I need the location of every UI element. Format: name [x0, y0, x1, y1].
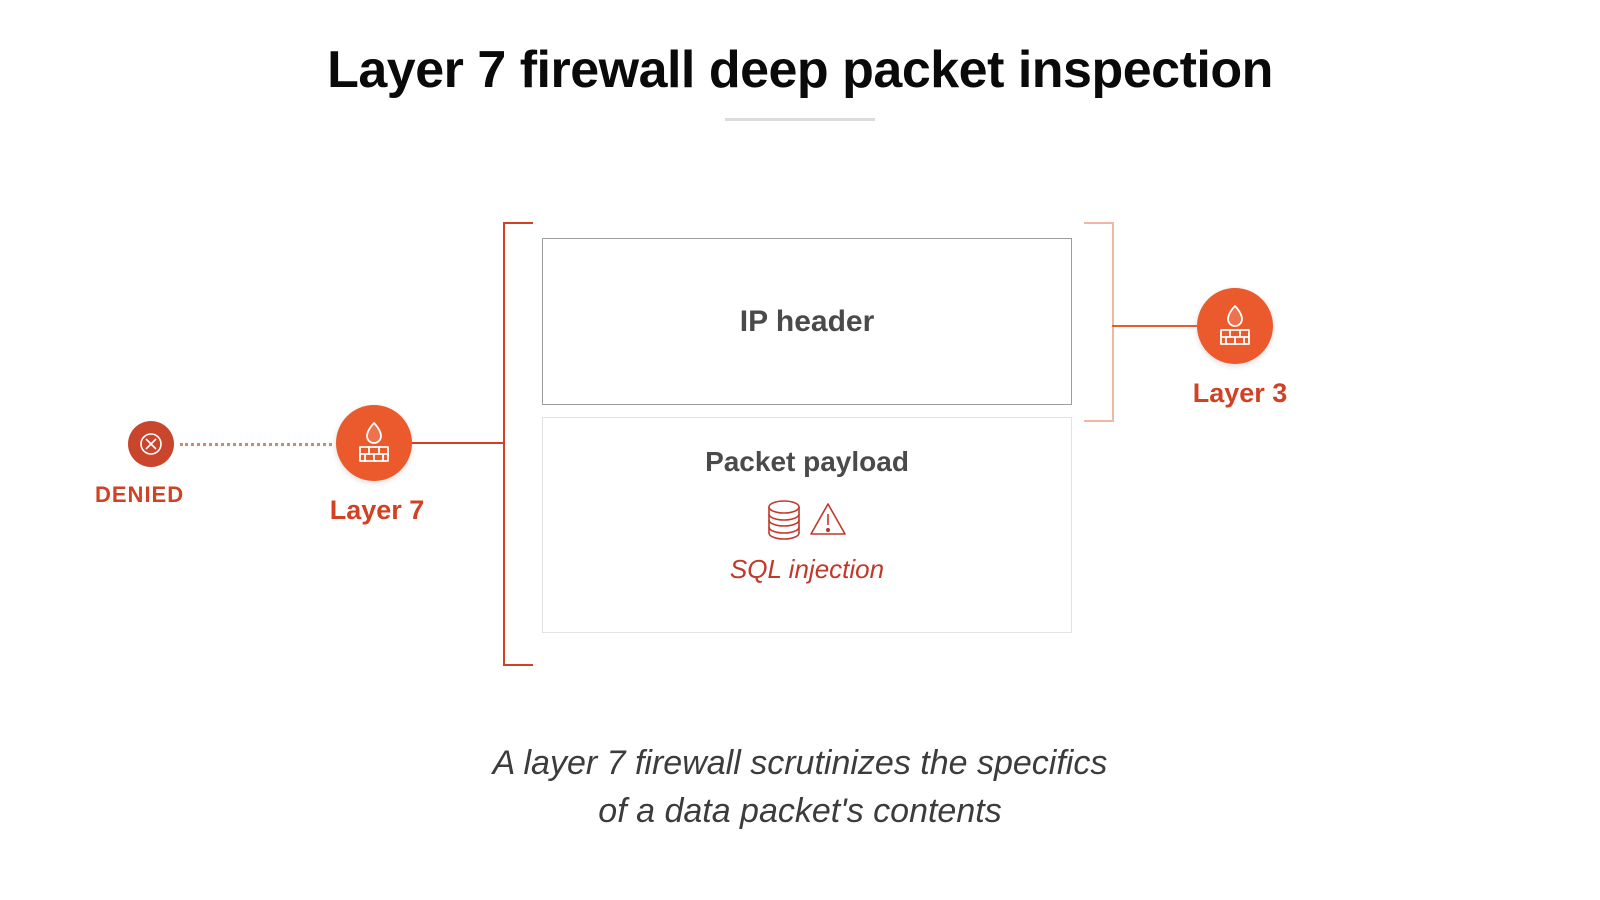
- firewall-icon: [354, 421, 394, 465]
- layer7-label: Layer 7: [297, 495, 457, 526]
- connector-l3-to-packet: [1112, 325, 1197, 327]
- bracket-layer7: [503, 222, 533, 666]
- threat-label: SQL injection: [730, 554, 884, 585]
- layer3-firewall-node: [1197, 288, 1273, 364]
- warning-triangle-icon: [808, 500, 848, 540]
- connector-denied-to-l7: [180, 443, 332, 448]
- ip-header-box: IP header: [542, 238, 1072, 405]
- packet-group: IP header Packet payload: [542, 238, 1072, 633]
- diagram-canvas: Layer 7 firewall deep packet inspection …: [0, 0, 1600, 900]
- firewall-icon: [1215, 304, 1255, 348]
- caption-line-1: A layer 7 firewall scrutinizes the speci…: [0, 740, 1600, 788]
- title-underline: [725, 118, 875, 121]
- packet-payload-box: Packet payload: [542, 417, 1072, 633]
- layer3-label: Layer 3: [1160, 378, 1320, 409]
- ip-header-label: IP header: [740, 305, 875, 339]
- diagram-title: Layer 7 firewall deep packet inspection: [0, 40, 1600, 100]
- threat-icons: [766, 500, 848, 540]
- denied-node: [128, 421, 174, 467]
- layer7-firewall-node: [336, 405, 412, 481]
- denied-label: DENIED: [95, 482, 184, 508]
- diagram-caption: A layer 7 firewall scrutinizes the speci…: [0, 740, 1600, 835]
- bracket-layer3: [1084, 222, 1114, 422]
- payload-title: Packet payload: [705, 446, 909, 478]
- denied-x-icon: [138, 431, 164, 457]
- connector-l7-to-packet: [412, 442, 503, 444]
- caption-line-2: of a data packet's contents: [0, 788, 1600, 836]
- database-icon: [766, 500, 802, 540]
